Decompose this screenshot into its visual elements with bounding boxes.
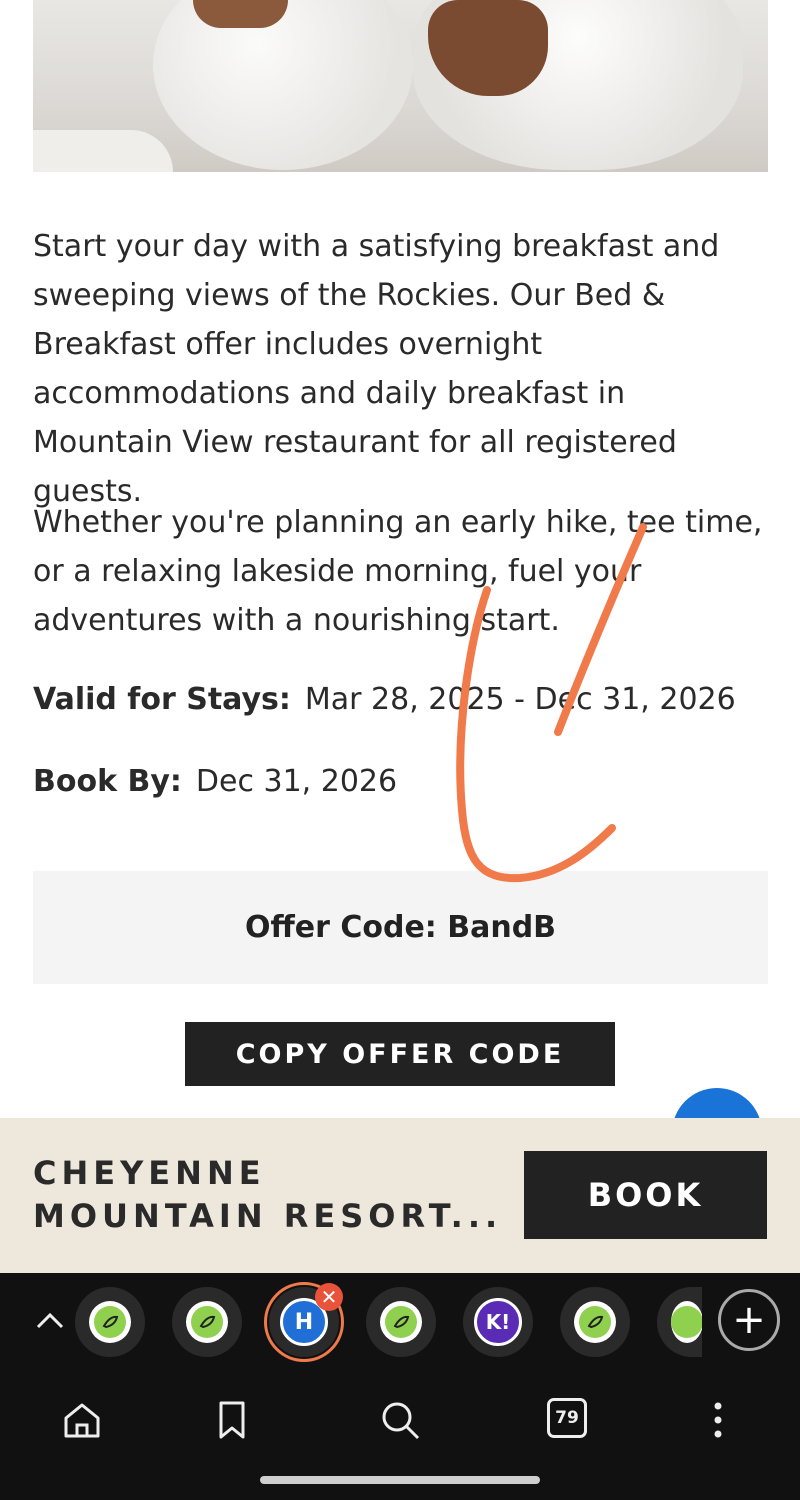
offer-code-text: Offer Code: BandB xyxy=(244,910,557,945)
home-indicator xyxy=(260,1476,540,1484)
green-leaf-icon xyxy=(186,1301,228,1343)
book-by: Book By: Dec 31, 2026 xyxy=(33,762,397,802)
green-leaf-icon xyxy=(380,1301,422,1343)
valid-for-stays: Valid for Stays: Mar 28, 2025 - Dec 31, 2… xyxy=(33,680,736,720)
offer-code-box: Offer Code: BandB xyxy=(33,871,768,984)
hand-shape xyxy=(193,0,288,28)
valid-label: Valid for Stays: xyxy=(33,682,291,717)
tab-thumb[interactable] xyxy=(172,1287,242,1357)
more-menu-icon[interactable] xyxy=(696,1398,740,1442)
hero-photo xyxy=(33,0,768,172)
offer-description: Start your day with a satisfying breakfa… xyxy=(33,229,720,509)
green-leaf-icon xyxy=(574,1301,616,1343)
book-by-date: Dec 31, 2026 xyxy=(195,764,398,799)
book-button[interactable]: BOOK xyxy=(524,1151,767,1239)
chevron-up-icon[interactable] xyxy=(33,1303,67,1337)
tab-thumb[interactable] xyxy=(366,1287,436,1357)
bookmark-icon[interactable] xyxy=(210,1398,254,1442)
resort-name: CHEYENNE MOUNTAIN RESORT... xyxy=(33,1154,503,1235)
valid-dates: Mar 28, 2025 - Dec 31, 2026 xyxy=(304,682,736,717)
tab-thumb[interactable]: K! xyxy=(463,1287,533,1357)
tab-thumb[interactable] xyxy=(560,1287,630,1357)
green-leaf-icon xyxy=(89,1301,131,1343)
home-icon[interactable] xyxy=(60,1398,104,1442)
k-logo-icon: K! xyxy=(474,1298,522,1346)
close-tab-icon[interactable]: ✕ xyxy=(315,1283,343,1311)
book-by-label: Book By: xyxy=(33,764,182,799)
tab-thumb[interactable] xyxy=(75,1287,145,1357)
offer-description-2: Whether you're planning an early hike, t… xyxy=(33,505,763,638)
new-tab-button[interactable]: + xyxy=(718,1289,780,1351)
robe-shape xyxy=(153,0,413,170)
search-icon[interactable] xyxy=(378,1398,422,1442)
robe-cuff xyxy=(33,130,173,172)
copy-offer-code-button[interactable]: COPY OFFER CODE xyxy=(185,1022,615,1086)
green-leaf-icon xyxy=(671,1301,702,1343)
tab-count-button[interactable]: 79 xyxy=(547,1398,587,1438)
